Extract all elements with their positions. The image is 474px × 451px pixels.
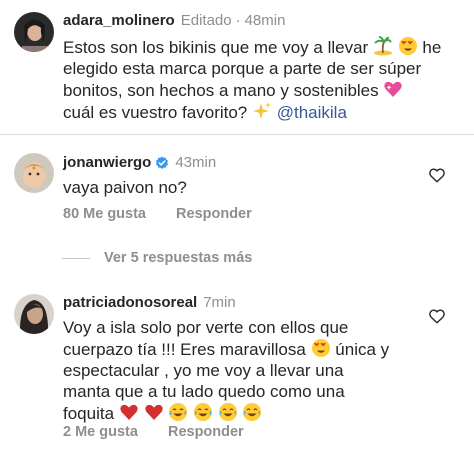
comment-actions: 80 Me gusta Responder bbox=[63, 206, 278, 222]
sparkles-emoji bbox=[253, 102, 271, 119]
replies-line bbox=[62, 257, 90, 259]
username-patriciadonosoreal[interactable]: patriciadonosoreal bbox=[63, 294, 197, 311]
comment-actions: 2 Me gusta Responder bbox=[63, 424, 270, 440]
comment-text-jonanwiergo: vaya paivon no? bbox=[63, 178, 187, 197]
heart-outline-icon[interactable] bbox=[429, 309, 445, 324]
sparkling-heart-emoji bbox=[384, 81, 403, 97]
comment-text-patriciadonosoreal: Voy a isla solo por verte con ellos que … bbox=[63, 317, 423, 424]
avatar-patriciadonosoreal[interactable] bbox=[14, 294, 54, 334]
username-jonanwiergo[interactable]: jonanwiergo bbox=[63, 154, 151, 171]
tears-of-joy-emoji bbox=[169, 403, 188, 421]
view-more-replies-label[interactable]: Ver 5 respuestas más bbox=[104, 250, 252, 266]
comment-text-segment: bonitos, son hechos a mano y sostenibles bbox=[63, 81, 379, 100]
comment-text-segment: Estos son los bikinis que me voy a lleva… bbox=[63, 38, 369, 57]
comment-line: espectacular , yo me voy a llevar una bbox=[63, 361, 344, 380]
comment-line: bonitos, son hechos a mano y sostenibles bbox=[63, 79, 463, 101]
timestamp: 48min bbox=[244, 12, 286, 29]
comment-header: adara_molinero Editado · 48min bbox=[63, 12, 285, 29]
timestamp: 7min bbox=[203, 294, 236, 311]
comment-text-segment: única y bbox=[335, 340, 390, 359]
separator-dot: · bbox=[235, 12, 241, 29]
tears-of-joy-emoji bbox=[243, 403, 262, 421]
heart-eyes-emoji bbox=[311, 339, 330, 357]
timestamp: 43min bbox=[175, 154, 217, 171]
comment-line: Estos son los bikinis que me voy a lleva… bbox=[63, 36, 463, 58]
comment-text-segment: cuál es vuestro favorito? bbox=[63, 103, 248, 122]
comment-line: elegido esta marca porque a parte de ser… bbox=[63, 59, 422, 78]
tears-of-joy-emoji bbox=[193, 403, 212, 421]
username-adara[interactable]: adara_molinero bbox=[63, 12, 175, 29]
comment-line: Voy a isla solo por verte con ellos que bbox=[63, 318, 349, 337]
likes-count[interactable]: 80 Me gusta bbox=[63, 206, 146, 222]
view-more-replies[interactable]: Ver 5 respuestas más bbox=[62, 250, 252, 266]
comment-line: cuál es vuestro favorito? @thaikila bbox=[63, 101, 463, 123]
heart-outline-icon[interactable] bbox=[429, 168, 445, 183]
edited-label: Editado bbox=[180, 12, 232, 29]
avatar-jonanwiergo[interactable] bbox=[14, 153, 54, 193]
tears-of-joy-emoji bbox=[218, 403, 237, 421]
comment-header: patriciadonosoreal 7min bbox=[63, 294, 236, 311]
red-heart-emoji bbox=[144, 404, 163, 420]
heart-eyes-emoji bbox=[398, 37, 417, 55]
comment-line: manta que a tu lado quedo como una bbox=[63, 382, 345, 401]
comment-text-segment: he bbox=[422, 38, 442, 57]
comment-line: foquita bbox=[63, 402, 423, 424]
comment-line: cuerpazo tía !!! Eres maravillosa única … bbox=[63, 338, 423, 360]
comment-header: jonanwiergo 43min bbox=[63, 154, 216, 171]
verified-badge-icon bbox=[156, 156, 169, 169]
comment-text-segment: foquita bbox=[63, 404, 115, 423]
avatar-adara[interactable] bbox=[14, 12, 54, 52]
reply-button[interactable]: Responder bbox=[168, 424, 244, 440]
comment-text-adara: Estos son los bikinis que me voy a lleva… bbox=[63, 36, 463, 123]
red-heart-emoji bbox=[120, 404, 138, 420]
caption-divider bbox=[0, 134, 474, 135]
island-emoji bbox=[373, 36, 392, 56]
comment-text-segment: cuerpazo tía !!! Eres maravillosa bbox=[63, 340, 306, 359]
likes-count[interactable]: 2 Me gusta bbox=[63, 424, 138, 440]
reply-button[interactable]: Responder bbox=[176, 206, 252, 222]
mention-link[interactable]: @thaikila bbox=[277, 103, 347, 122]
